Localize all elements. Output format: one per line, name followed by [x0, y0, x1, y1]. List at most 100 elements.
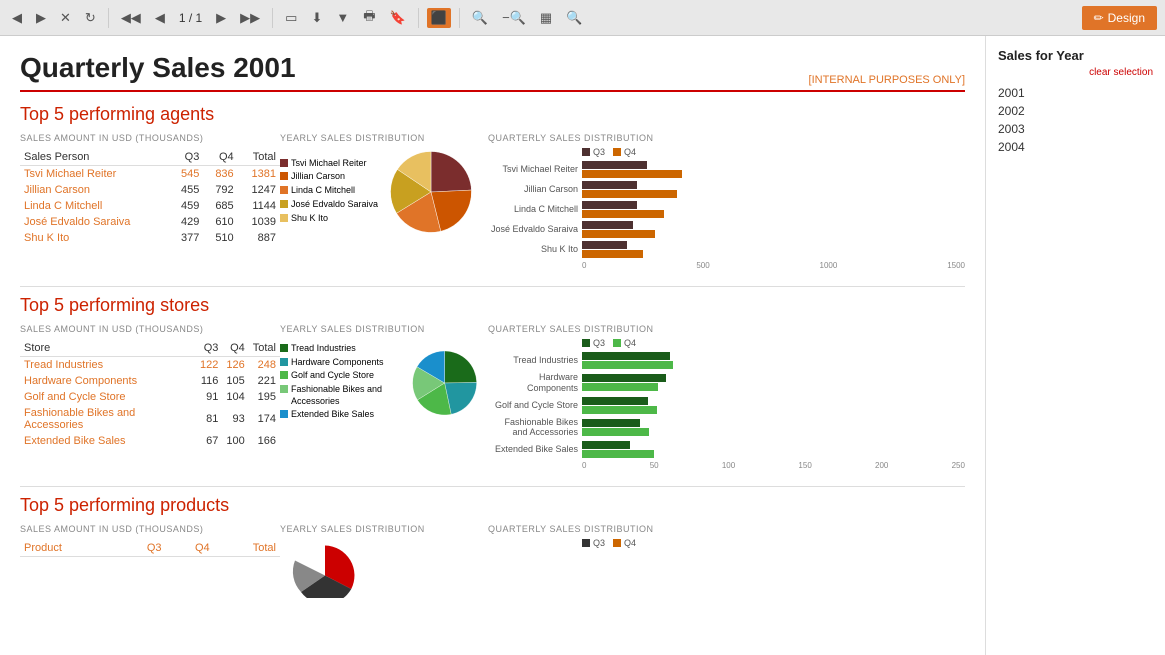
sidebar-year-item[interactable]: 2004 — [998, 138, 1153, 156]
report-title: Quarterly Sales 2001 — [20, 52, 296, 84]
legend-item: Shu K Ito — [280, 213, 378, 225]
sidebar-year-item[interactable]: 2003 — [998, 120, 1153, 138]
products-section: Top 5 performing products SALES AMOUNT I… — [20, 495, 965, 601]
bar-label: Tsvi Michael Reiter — [488, 164, 578, 175]
forward-button[interactable]: ▶ — [32, 8, 50, 28]
agents-yearly-chart: YEARLY SALES DISTRIBUTION Tsvi Michael R… — [280, 133, 480, 270]
bar-group — [582, 419, 649, 436]
table-cell: 1039 — [238, 214, 280, 230]
download-arrow-button[interactable]: ▼ — [332, 8, 353, 27]
separator-4 — [459, 8, 460, 28]
table-cell: Jillian Carson — [20, 182, 169, 198]
stores-q4-legend: Q4 — [613, 338, 636, 348]
back-button[interactable]: ◀ — [8, 8, 26, 28]
agents-bar-chart: Tsvi Michael ReiterJillian CarsonLinda C… — [488, 161, 965, 258]
prev-button[interactable]: ◀ — [151, 8, 169, 28]
table-cell: José Edvaldo Saraiva — [20, 214, 169, 230]
bar-label: Shu K Ito — [488, 244, 578, 255]
title-divider — [20, 90, 965, 92]
design-button[interactable]: ✏ Design — [1082, 6, 1157, 30]
table-row: Tsvi Michael Reiter5458361381 — [20, 166, 280, 183]
products-yearly-label: YEARLY SALES DISTRIBUTION — [280, 524, 480, 534]
stores-col-q4: Q4 — [222, 340, 248, 357]
bar-q4 — [582, 230, 655, 238]
bar-label: Linda C Mitchell — [488, 204, 578, 215]
axis-label: 500 — [696, 261, 709, 270]
bar-group — [582, 201, 664, 218]
legend-color — [280, 358, 288, 366]
print-button[interactable]: 🖶 — [359, 5, 379, 31]
bar-row: Shu K Ito — [488, 241, 965, 258]
agents-pie-chart — [386, 147, 476, 237]
report-area[interactable]: Quarterly Sales 2001 [INTERNAL PURPOSES … — [0, 36, 985, 655]
close-button[interactable]: ✕ — [56, 8, 75, 28]
table-cell: 81 — [196, 405, 222, 433]
legend-label: Tsvi Michael Reiter — [291, 158, 367, 170]
download-button[interactable]: ⬇ — [307, 8, 326, 28]
stores-q3-label: Q3 — [593, 338, 605, 348]
section-divider-2 — [20, 486, 965, 487]
sidebar-year-item[interactable]: 2002 — [998, 102, 1153, 120]
legend-label: Shu K Ito — [291, 213, 328, 225]
agents-heading: Top 5 performing agents — [20, 104, 965, 125]
agents-table-subtitle: SALES AMOUNT IN USD (THOUSANDS) — [20, 133, 280, 143]
ffwd-button[interactable]: ▶▶ — [236, 8, 264, 28]
agents-bar-legend: Q3 Q4 — [582, 147, 965, 157]
table-cell: 792 — [203, 182, 237, 198]
products-col-q3: Q3 — [117, 540, 165, 557]
table-cell: 887 — [238, 230, 280, 246]
legend-item: Extended Bike Sales — [280, 409, 401, 421]
products-charts: YEARLY SALES DISTRIBUTION QUARTERLY SALE… — [280, 524, 965, 601]
agents-header-row: Sales Person Q3 Q4 Total — [20, 149, 280, 166]
agents-section: Top 5 performing agents SALES AMOUNT IN … — [20, 104, 965, 270]
table-cell: 459 — [169, 198, 203, 214]
legend-color — [280, 371, 288, 379]
pageview-button[interactable]: ▭ — [281, 8, 301, 28]
stores-heading: Top 5 performing stores — [20, 295, 965, 316]
stores-table: Store Q3 Q4 Total Tread Industries122126… — [20, 340, 280, 449]
bar-group — [582, 161, 682, 178]
bar-label: José Edvaldo Saraiva — [488, 224, 578, 235]
table-cell: 545 — [169, 166, 203, 183]
next-button[interactable]: ▶ — [212, 8, 230, 28]
table-row: Fashionable Bikes and Accessories8193174 — [20, 405, 280, 433]
legend-label: Tread Industries — [291, 343, 356, 355]
legend-label: José Edvaldo Saraiva — [291, 199, 378, 211]
bar-label: Fashionable Bikes and Accessories — [488, 417, 578, 439]
zoom-in-button[interactable]: 🔍 — [468, 8, 492, 28]
products-quarterly-label: QUARTERLY SALES DISTRIBUTION — [488, 524, 965, 534]
axis-label: 250 — [952, 461, 965, 470]
search-button[interactable]: 🔍 — [562, 8, 586, 28]
gallery-button[interactable]: ▦ — [536, 8, 556, 28]
axis-label: 200 — [875, 461, 888, 470]
refresh-button[interactable]: ↻ — [81, 8, 100, 28]
bar-label: Extended Bike Sales — [488, 444, 578, 455]
sidebar-year-item[interactable]: 2001 — [998, 84, 1153, 102]
clear-selection-link[interactable]: clear selection — [998, 67, 1153, 78]
sidebar: Sales for Year clear selection 200120022… — [985, 36, 1165, 655]
table-cell: 377 — [169, 230, 203, 246]
table-cell: Fashionable Bikes and Accessories — [20, 405, 196, 433]
stores-col-q3: Q3 — [196, 340, 222, 357]
bar-row: Tsvi Michael Reiter — [488, 161, 965, 178]
rewind-button[interactable]: ◀◀ — [117, 8, 145, 28]
agents-charts: YEARLY SALES DISTRIBUTION Tsvi Michael R… — [280, 133, 965, 270]
bar-q4 — [582, 361, 673, 369]
legend-color — [280, 385, 288, 393]
sidebar-title: Sales for Year — [998, 48, 1084, 63]
bar-q3 — [582, 161, 647, 169]
zoom-out-button[interactable]: −🔍 — [498, 8, 530, 28]
filter-button[interactable]: ⬛ — [427, 8, 451, 28]
stores-q3-color — [582, 339, 590, 347]
stores-col-total: Total — [249, 340, 280, 357]
bar-q3 — [582, 241, 627, 249]
internal-note: [INTERNAL PURPOSES ONLY] — [809, 74, 965, 86]
stores-table-area: SALES AMOUNT IN USD (THOUSANDS) Store Q3… — [20, 324, 280, 470]
agents-table-area: SALES AMOUNT IN USD (THOUSANDS) Sales Pe… — [20, 133, 280, 270]
bar-group — [582, 352, 673, 369]
products-col-q4: Q4 — [166, 540, 214, 557]
bar-q3 — [582, 397, 648, 405]
table-cell: Extended Bike Sales — [20, 433, 196, 449]
agents-yearly-label: YEARLY SALES DISTRIBUTION — [280, 133, 480, 143]
bookmark-button[interactable]: 🔖 — [386, 8, 410, 28]
